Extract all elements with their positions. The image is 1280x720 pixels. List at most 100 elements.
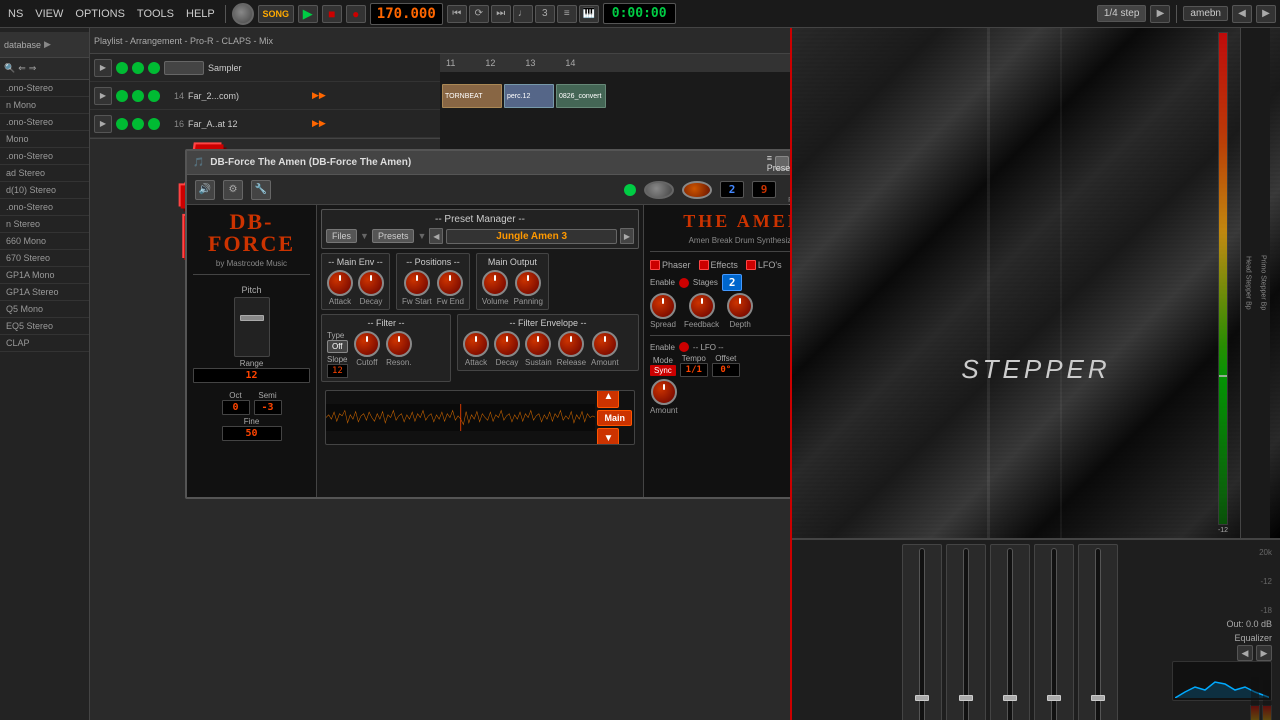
menu-tools[interactable]: TOOLS — [133, 6, 178, 22]
track2-led-0[interactable] — [116, 90, 128, 102]
menu-view[interactable]: VIEW — [31, 6, 67, 22]
fw-start-knob[interactable] — [404, 270, 430, 296]
track3-arrow-icon[interactable]: ▶ — [94, 115, 112, 133]
track3-led-1[interactable] — [132, 118, 144, 130]
sync-btn[interactable]: Sync — [650, 365, 676, 376]
waveform-main-btn[interactable]: Main — [597, 410, 632, 426]
metronome-icon[interactable]: ♩ — [513, 5, 533, 23]
fenv-amount-knob[interactable] — [592, 331, 618, 357]
reson-knob[interactable] — [386, 331, 412, 357]
fader-track-4[interactable] — [1051, 548, 1057, 720]
arrangement-block-tornbeat[interactable]: TORNBEAT — [442, 84, 502, 108]
plugin-vol-knob[interactable] — [682, 181, 712, 199]
menu-options[interactable]: OPTIONS — [71, 6, 129, 22]
ff-icon[interactable]: ⏭ — [491, 5, 511, 23]
fw-end-knob[interactable] — [437, 270, 463, 296]
fenv-sustain-knob[interactable] — [525, 331, 551, 357]
decay-knob-item: Decay — [358, 270, 384, 306]
mixer-icon[interactable]: ≡ — [557, 5, 577, 23]
sidebar-item-11: GP1A Mono — [0, 267, 89, 284]
waveform-up-btn[interactable]: ▲ — [597, 390, 619, 408]
play-button[interactable]: ▶ — [298, 5, 318, 23]
enable2-led[interactable] — [679, 342, 689, 352]
spread-knob[interactable] — [650, 293, 676, 319]
track2-arrow-icon[interactable]: ▶ — [94, 87, 112, 105]
step-arrow-icon[interactable]: ▶ — [1150, 5, 1170, 23]
fenv-release-knob[interactable] — [558, 331, 584, 357]
pm-next-btn[interactable]: ▶ — [620, 228, 634, 244]
fader-thumb-2[interactable] — [959, 695, 973, 701]
rewind-icon[interactable]: ⏮ — [447, 5, 467, 23]
sidebar-search-icon[interactable]: 🔍 — [4, 63, 15, 74]
track2-led-2[interactable] — [148, 90, 160, 102]
fader-thumb-3[interactable] — [1003, 695, 1017, 701]
fenv-attack-label: Attack — [465, 358, 487, 367]
depth-knob[interactable] — [727, 293, 753, 319]
sampler-track-name: Sampler — [208, 63, 328, 73]
preset-next-btn[interactable]: ▶ — [1256, 5, 1276, 23]
enable-led[interactable] — [679, 278, 689, 288]
fenv-decay-knob[interactable] — [494, 331, 520, 357]
sidebar-nav2-icon[interactable]: ⇒ — [29, 63, 37, 74]
volume-knob[interactable] — [482, 270, 508, 296]
plugin-pan-knob[interactable] — [644, 181, 674, 199]
arrangement-block-perc[interactable]: perc.12 — [504, 84, 554, 108]
plugin-presets-btn[interactable]: ≡ Presets — [775, 156, 789, 170]
track3-led-2[interactable] — [148, 118, 160, 130]
pitch-slider[interactable] — [234, 297, 270, 357]
cutoff-knob[interactable] — [354, 331, 380, 357]
track-volume-slider[interactable] — [164, 61, 204, 75]
waveform-down-btn[interactable]: ▼ — [597, 428, 619, 446]
track-led-0[interactable] — [116, 62, 128, 74]
record-button[interactable]: ● — [346, 5, 366, 23]
presets-btn[interactable]: Presets — [372, 229, 415, 243]
decay-knob[interactable] — [358, 270, 384, 296]
sidebar-expand-icon[interactable]: ▶ — [44, 39, 51, 50]
eq-btn-1[interactable]: ◀ — [1237, 645, 1253, 661]
attack-knob[interactable] — [327, 270, 353, 296]
filter-off-btn[interactable]: Off — [327, 340, 348, 353]
menu-ns[interactable]: NS — [4, 6, 27, 22]
lfo-checkbox[interactable]: LFO's — [746, 260, 782, 270]
fader-track-3[interactable] — [1007, 548, 1013, 720]
preset-prev-btn[interactable]: ◀ — [1232, 5, 1252, 23]
track3-led-0[interactable] — [116, 118, 128, 130]
tempo-display[interactable]: 170.000 — [370, 3, 443, 25]
effects-checkbox[interactable]: Effects — [699, 260, 738, 270]
song-button[interactable]: SONG — [258, 5, 294, 23]
track-led-1[interactable] — [132, 62, 144, 74]
fara-track-row: ▶ 16 Far_A..at 12 ▶▶ — [90, 110, 440, 138]
track-led-2[interactable] — [148, 62, 160, 74]
stop-button[interactable]: ■ — [322, 5, 342, 23]
mode-label: Mode — [653, 356, 673, 365]
count-icon[interactable]: 3 — [535, 5, 555, 23]
plugin-titlebar: 🎵 DB-Force The Amen (DB-Force The Amen) … — [187, 151, 790, 175]
fader-thumb-5[interactable] — [1091, 695, 1105, 701]
fader-thumb-4[interactable] — [1047, 695, 1061, 701]
phaser-checkbox[interactable]: Phaser — [650, 260, 691, 270]
plugin-settings-icon[interactable]: ⚙ — [223, 180, 243, 200]
loop-icon[interactable]: ⟳ — [469, 5, 489, 23]
eq-btn-2[interactable]: ▶ — [1256, 645, 1272, 661]
plugin-on-led[interactable] — [624, 184, 636, 196]
piano-icon[interactable]: 🎹 — [579, 5, 599, 23]
plugin-speaker-icon[interactable]: 🔊 — [195, 180, 215, 200]
lfo-amount-knob[interactable] — [651, 379, 677, 405]
feedback-knob[interactable] — [689, 293, 715, 319]
panning-knob[interactable] — [515, 270, 541, 296]
pm-prev-btn[interactable]: ◀ — [429, 228, 443, 244]
fader-thumb-1[interactable] — [915, 695, 929, 701]
fenv-attack-knob[interactable] — [463, 331, 489, 357]
track2-led-1[interactable] — [132, 90, 144, 102]
step-size-display[interactable]: 1/4 step — [1097, 5, 1147, 22]
fader-track-2[interactable] — [963, 548, 969, 720]
menu-help[interactable]: HELP — [182, 6, 219, 22]
files-btn[interactable]: Files — [326, 229, 357, 243]
sidebar-nav-icon[interactable]: ⇐ — [18, 63, 26, 74]
fader-track-1[interactable] — [919, 548, 925, 720]
fader-track-5[interactable] — [1095, 548, 1101, 720]
reson-label: Reson. — [386, 358, 411, 367]
plugin-wrench-icon[interactable]: 🔧 — [251, 180, 271, 200]
track-arrow-icon[interactable]: ▶ — [94, 59, 112, 77]
arrangement-block-0826[interactable]: 0826_convert — [556, 84, 606, 108]
